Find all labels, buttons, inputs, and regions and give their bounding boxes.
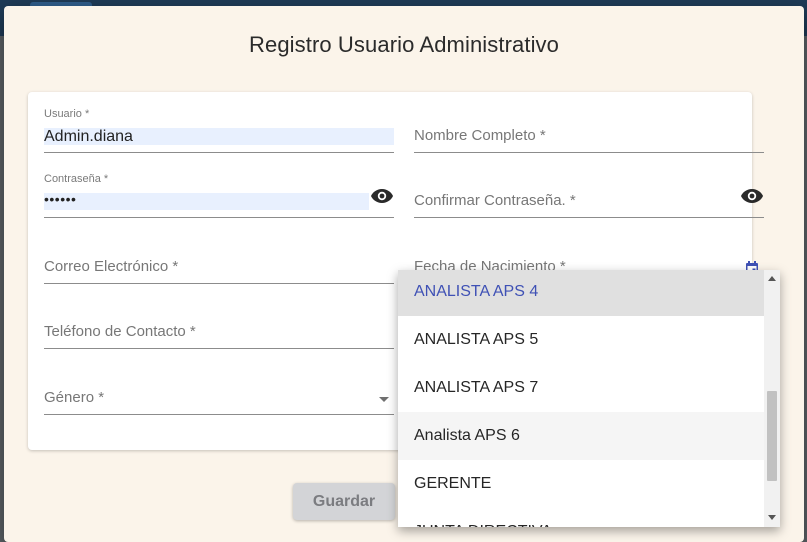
correo-field[interactable]: Correo Electrónico *	[44, 239, 394, 284]
select-options-panel[interactable]: ANALISTA APS 4 ANALISTA APS 5 ANALISTA A…	[398, 270, 780, 527]
usuario-input[interactable]: Admin.diana	[44, 128, 133, 146]
scrollbar-thumb[interactable]	[767, 391, 777, 481]
contrasena-input[interactable]: ••••••	[44, 191, 76, 207]
confirmar-contrasena-placeholder: Confirmar Contraseña. *	[414, 192, 576, 209]
option-junta-directiva[interactable]: JUNTA DIRECTIVA	[398, 508, 764, 527]
contrasena-field[interactable]: Contraseña * ••••••	[44, 173, 394, 218]
confirmar-contrasena-underline	[414, 217, 764, 218]
nombre-completo-placeholder: Nombre Completo *	[414, 127, 546, 144]
contrasena-label: Contraseña *	[44, 173, 109, 185]
guardar-button[interactable]: Guardar	[293, 483, 395, 520]
dropdown-scrollbar[interactable]	[764, 270, 780, 527]
genero-placeholder: Género *	[44, 389, 105, 406]
genero-select[interactable]: Género *	[44, 370, 394, 415]
option-gerente[interactable]: GERENTE	[398, 460, 764, 508]
dropdown-arrow-icon[interactable]	[379, 397, 389, 402]
option-analista-aps-6[interactable]: Analista APS 6	[398, 412, 764, 460]
usuario-underline	[44, 152, 394, 153]
dialog-title: Registro Usuario Administrativo	[249, 32, 559, 57]
nombre-completo-underline	[414, 152, 764, 153]
contrasena-underline	[44, 217, 394, 218]
telefono-placeholder: Teléfono de Contacto *	[44, 323, 196, 340]
correo-underline	[44, 283, 394, 284]
confirmar-contrasena-field[interactable]: Confirmar Contraseña. *	[414, 173, 764, 218]
eye-icon[interactable]	[740, 188, 764, 204]
nombre-completo-field[interactable]: Nombre Completo *	[414, 108, 764, 153]
contrasena-autofill-highlight	[44, 193, 369, 210]
telefono-underline	[44, 348, 394, 349]
option-analista-aps-5[interactable]: ANALISTA APS 5	[398, 316, 764, 364]
option-analista-aps-7[interactable]: ANALISTA APS 7	[398, 364, 764, 412]
correo-placeholder: Correo Electrónico *	[44, 258, 179, 275]
scroll-down-arrow-icon[interactable]	[768, 515, 776, 520]
telefono-field[interactable]: Teléfono de Contacto *	[44, 304, 394, 349]
option-analista-aps-4[interactable]: ANALISTA APS 4	[398, 270, 764, 316]
genero-underline	[44, 414, 394, 415]
eye-icon[interactable]	[370, 188, 394, 204]
scroll-up-arrow-icon[interactable]	[768, 276, 776, 281]
usuario-field[interactable]: Usuario * Admin.diana	[44, 108, 394, 153]
usuario-label: Usuario *	[44, 108, 90, 120]
